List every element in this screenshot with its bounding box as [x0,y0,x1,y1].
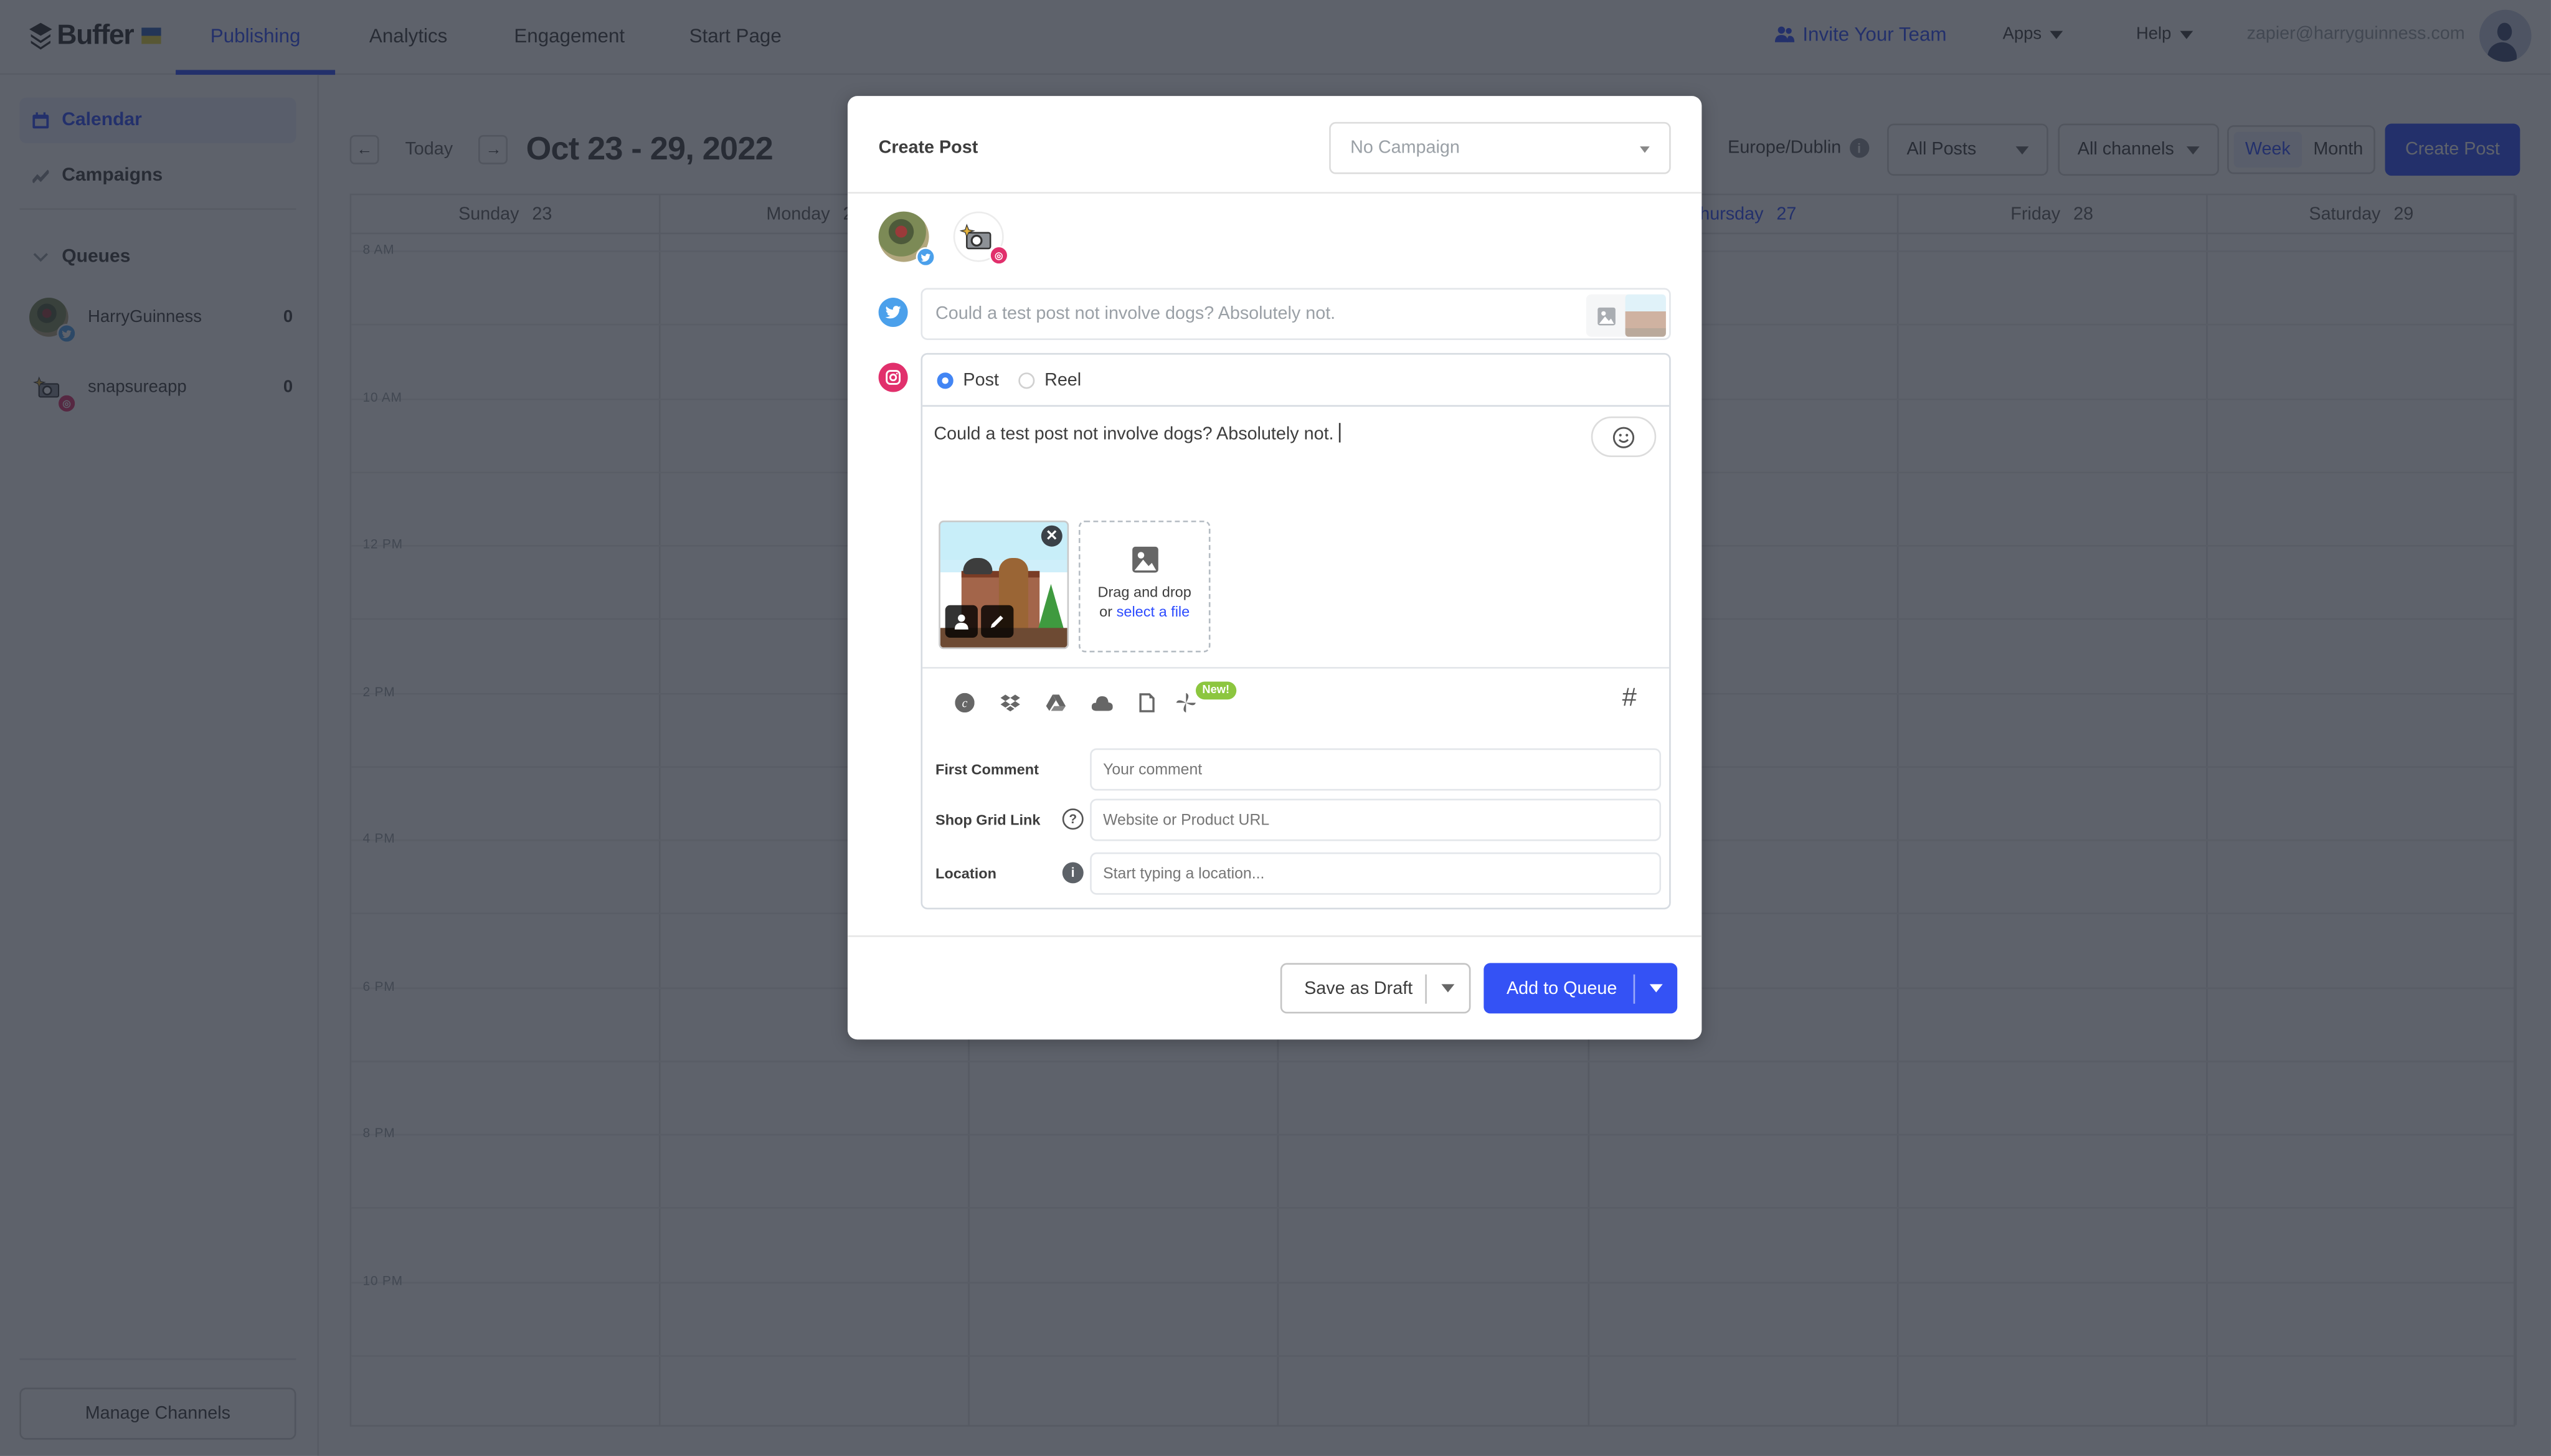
google-drive-icon [1046,694,1066,711]
file-icon [1139,693,1155,712]
instagram-badge-icon: ◎ [989,245,1009,265]
google-drive-button[interactable] [1044,691,1067,714]
file-button[interactable] [1135,691,1158,714]
location-input[interactable] [1090,852,1662,895]
account-toggle-snapsureapp[interactable]: ◎ [953,211,1009,265]
canva-button[interactable]: c [954,691,977,714]
campaign-select[interactable]: No Campaign [1329,121,1671,174]
radio-selected-icon [937,371,954,389]
shop-grid-link-input[interactable] [1090,798,1662,841]
instagram-post-type: Post Reel [922,354,1670,407]
tag-user-button[interactable] [945,605,978,638]
media-dropzone[interactable]: Drag and drop or select a file [1078,520,1211,653]
instagram-post-editor: Post Reel Could a test post not involve … [921,352,1671,910]
text-cursor [1338,423,1341,443]
twitter-badge-icon [916,247,936,267]
media-source-toolbar: c New! # [922,667,1670,735]
dropbox-icon [1000,694,1020,712]
save-draft-button[interactable]: Save as Draft [1282,978,1425,998]
attached-image[interactable]: ✕ [939,520,1069,650]
cloud-button[interactable] [1090,691,1113,714]
dropzone-or: or [1099,603,1113,620]
chevron-down-icon [1441,984,1455,993]
twitter-media-preview[interactable] [1586,294,1666,337]
instagram-text-area[interactable]: Could a test post not involve dogs? Abso… [934,423,1341,445]
first-comment-row: First Comment [935,748,1662,791]
image-icon [1132,546,1158,573]
dropbox-button[interactable] [999,691,1022,714]
image-cat [963,557,993,575]
radio-label: Reel [1044,370,1082,390]
question-icon[interactable]: ? [1062,808,1084,830]
twitter-post-editor[interactable]: Could a test post not involve dogs? Abso… [921,288,1671,340]
new-badge: New! [1195,681,1236,700]
save-draft-options-button[interactable] [1427,984,1469,993]
emoji-picker-button[interactable] [1591,416,1657,458]
add-to-queue-options-button[interactable] [1635,984,1677,993]
chevron-down-icon [1640,146,1650,153]
modal-footer-actions: Save as Draft Add to Queue [1280,963,1678,1014]
media-thumbnail [1625,294,1666,337]
dropzone-text: Drag and drop [1097,584,1191,600]
close-icon: ✕ [1045,527,1058,544]
modal-title: Create Post [878,138,978,158]
info-icon[interactable]: i [1062,862,1084,884]
select-file-link[interactable]: select a file [1117,603,1190,620]
hashtag-manager-button[interactable]: # [1622,685,1637,714]
save-draft-split-button: Save as Draft [1280,963,1471,1014]
shop-grid-link-label: Shop Grid Link [935,811,1041,828]
instagram-post-text: Could a test post not involve dogs? Abso… [934,424,1334,445]
canva-icon: c [955,693,975,713]
pencil-icon [990,615,1003,628]
cloud-icon [1091,696,1112,711]
twitter-post-text: Could a test post not involve dogs? Abso… [935,304,1336,324]
edit-image-button[interactable] [981,605,1014,638]
shop-grid-link-row: Shop Grid Link ? [935,798,1662,841]
location-label: Location [935,865,996,882]
smiley-icon [1612,426,1635,448]
pinwheel-icon [1176,693,1196,713]
instagram-icon [878,362,908,392]
account-toggle-harryguinness[interactable] [878,211,936,267]
app-window: Buffer Publishing Analytics Engagement S… [0,0,2551,1456]
modal-footer-divider [847,935,1702,937]
first-comment-label: First Comment [935,761,1039,778]
svg-text:c: c [962,697,968,710]
chevron-down-icon [1649,984,1663,993]
modal-divider [847,192,1702,194]
radio-unselected-icon [1018,371,1035,389]
person-icon [954,614,968,630]
radio-label: Post [963,370,999,390]
add-to-queue-button[interactable]: Add to Queue [1484,978,1633,998]
first-comment-input[interactable] [1090,748,1662,791]
post-type-post-radio[interactable]: Post [937,370,999,390]
twitter-icon [878,298,908,328]
location-row: Location i [935,852,1662,895]
campaign-value: No Campaign [1350,138,1460,158]
add-to-queue-split-button: Add to Queue [1484,963,1678,1014]
image-icon [1596,306,1615,325]
pinwheel-button[interactable] [1175,691,1198,714]
remove-image-button[interactable]: ✕ [1041,525,1063,547]
post-type-reel-radio[interactable]: Reel [1018,370,1082,390]
